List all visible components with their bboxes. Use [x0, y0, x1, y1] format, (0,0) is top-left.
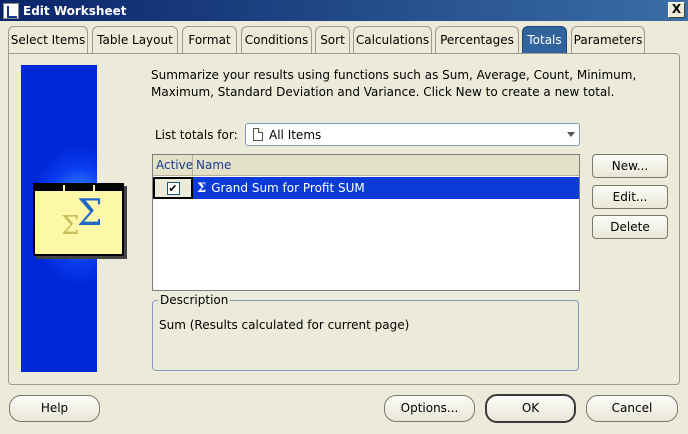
tab-format[interactable]: Format	[182, 26, 237, 53]
edit-button[interactable]: Edit...	[592, 185, 668, 209]
active-checkbox[interactable]: ✔	[166, 181, 180, 195]
active-cell[interactable]: ✔	[153, 177, 193, 199]
table-header: Active Name	[153, 154, 579, 176]
close-button[interactable]: X	[668, 2, 685, 18]
tab-percentages[interactable]: Percentages	[435, 26, 519, 53]
tab-select-items[interactable]: Select Items	[8, 26, 88, 53]
tab-sort[interactable]: Sort	[315, 26, 350, 53]
tab-parameters[interactable]: Parameters	[571, 26, 645, 53]
sigma-icon: Σ	[197, 180, 207, 196]
document-icon	[253, 128, 263, 141]
chevron-down-icon[interactable]	[567, 132, 575, 137]
help-button[interactable]: Help	[9, 395, 100, 422]
tab-totals[interactable]: Totals	[522, 26, 567, 53]
description-legend: Description	[158, 293, 231, 307]
window-title: Edit Worksheet	[23, 3, 127, 18]
list-totals-label: List totals for:	[155, 128, 238, 142]
list-totals-value: All Items	[269, 127, 322, 142]
tab-table-layout[interactable]: Table Layout	[92, 26, 178, 53]
totals-table: Active Name ✔ Σ Grand Sum for Profit SUM	[152, 154, 580, 291]
cancel-button[interactable]: Cancel	[586, 395, 678, 422]
title-bar: Edit Worksheet X	[0, 0, 688, 21]
card-header-bar	[35, 185, 122, 191]
tab-calculations[interactable]: Calculations	[353, 26, 432, 53]
ok-button[interactable]: OK	[485, 394, 576, 423]
description-value: Sum (Results calculated for current page…	[159, 318, 410, 332]
table-row[interactable]: ✔ Σ Grand Sum for Profit SUM	[153, 177, 579, 199]
column-header-name[interactable]: Name	[193, 155, 231, 176]
list-totals-dropdown[interactable]: All Items	[245, 123, 580, 146]
tab-conditions[interactable]: Conditions	[241, 26, 312, 53]
worksheet-icon	[3, 2, 19, 19]
new-button[interactable]: New...	[592, 154, 668, 178]
delete-button[interactable]: Delete	[592, 215, 668, 239]
totals-description: Summarize your results using functions s…	[151, 68, 637, 99]
sigma-large-icon: Σ	[77, 193, 103, 234]
column-header-active[interactable]: Active	[153, 154, 193, 176]
total-name: Grand Sum for Profit SUM	[211, 181, 365, 195]
options-button[interactable]: Options...	[384, 395, 475, 422]
description-group: Description Sum (Results calculated for …	[152, 293, 579, 371]
sigma-card-illustration: Σ Σ	[33, 183, 124, 256]
